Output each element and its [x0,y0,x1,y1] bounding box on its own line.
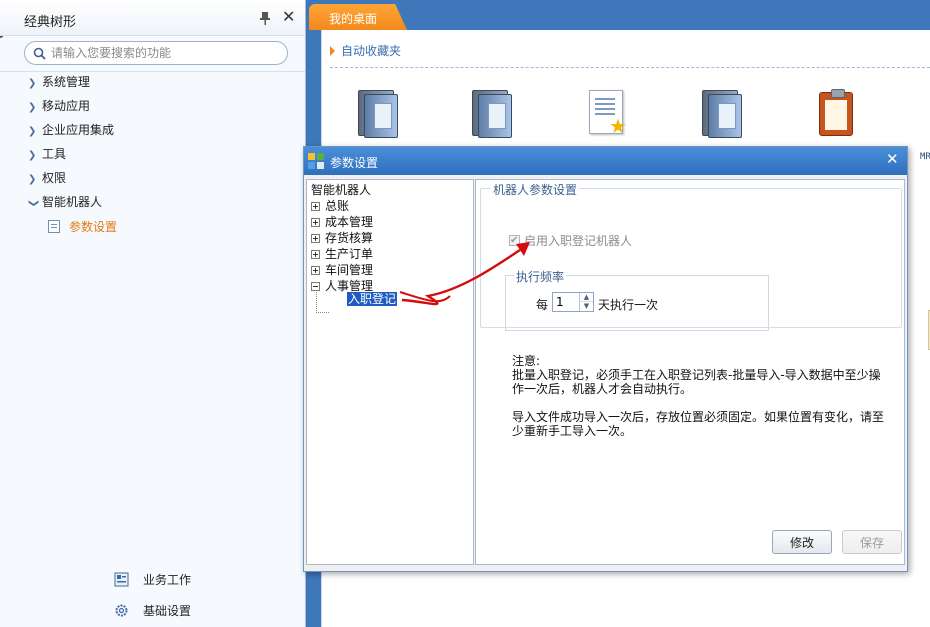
tree-node-onboarding-selected[interactable]: 入职登记 [347,292,398,306]
favorites-header: 自动收藏夹 [330,42,401,59]
chevron-right-icon: ❯ [28,150,37,161]
search-box[interactable] [24,41,288,65]
edit-button[interactable]: 修改 [772,530,832,554]
chevron-right-icon: ❯ [28,78,37,89]
tree-root[interactable]: 智能机器人 [311,182,371,198]
module-tree: 智能机器人 总账 成本管理 存货核算 生产订单 车间管理 人事管理 入职登记 [306,179,474,565]
note-block: 注意: 批量入职登记，必须手工在入职登记列表-批量导入-导入数据中至少操作一次后… [512,354,892,438]
expand-icon[interactable] [311,202,320,211]
favorite-book-icon[interactable] [354,88,402,140]
collapse-icon[interactable] [311,282,320,291]
dialog-title: 参数设置 [330,156,379,170]
nav-item-permissions[interactable]: ❯ 权限 [28,169,66,187]
expand-icon[interactable] [311,218,320,227]
tree-node-production-order[interactable]: 生产订单 [311,246,373,262]
tab-my-desktop[interactable]: 我的桌面 [309,4,407,30]
note-paragraph-1: 批量入职登记，必须手工在入职登记列表-批量导入-导入数据中至少操作一次后，机器人… [512,368,881,396]
favorite-starred-doc-icon[interactable]: ★ [583,88,631,140]
nav-item-system-management[interactable]: ❯ 系统管理 [28,73,90,91]
chevron-right-icon: ❯ [28,102,37,113]
expand-icon[interactable] [311,266,320,275]
tree-node-inventory-accounting[interactable]: 存货核算 [311,230,373,246]
note-paragraph-2: 导入文件成功导入一次后，存放位置必须固定。如果位置有变化，请至少重新手工导入一次… [512,410,885,438]
nav-item-enterprise-integration[interactable]: ❯ 企业应用集成 [28,121,114,139]
app-grid-icon [308,153,324,169]
favorite-label-fragment: MR [920,152,930,162]
close-icon[interactable]: ✕ [282,9,295,25]
nav-item-mobile-apps[interactable]: ❯ 移动应用 [28,97,90,115]
favorite-book-icon[interactable] [468,88,516,140]
tree-node-workshop-management[interactable]: 车间管理 [311,262,373,278]
left-nav-panel: 经典树形 ✕ ❯系统管理 ❯移动应用 ❯企业应用集成 ❯工具 ❯权限 ❯智能机器… [0,0,306,627]
close-icon[interactable]: ✕ [886,152,899,167]
checkbox-icon [509,233,520,249]
chevron-down-icon: ❯ [28,199,39,208]
left-panel-header: 经典树形 ✕ [0,0,305,36]
favorite-clipboard-icon[interactable] [813,88,861,140]
robot-parameter-group: 机器人参数设置 启用入职登记机器人 执行频率 每 ▲ ▼ 天执行一次 [480,181,902,331]
frequency-stepper[interactable]: ▲ ▼ [552,292,594,312]
expand-icon[interactable] [311,234,320,243]
nav-item-smart-robot[interactable]: ❯ 智能机器人 [28,193,102,211]
group-title: 机器人参数设置 [491,181,580,198]
frequency-group: 执行频率 每 ▲ ▼ 天执行一次 [505,268,769,331]
settings-doc-icon [48,220,60,233]
frequency-suffix: 天执行一次 [598,298,659,312]
pin-icon[interactable] [258,11,272,25]
basic-settings-button[interactable]: 基础设置 [114,602,191,620]
tree-node-cost-management[interactable]: 成本管理 [311,214,373,230]
divider [0,71,305,72]
dialog-titlebar[interactable]: 参数设置 ✕ [304,147,907,175]
stepper-down-icon[interactable]: ▼ [579,302,593,311]
parameter-settings-dialog: 参数设置 ✕ 智能机器人 总账 成本管理 存货核算 生产订单 车间管理 人事管理… [303,146,908,572]
frequency-prefix: 每 [536,298,549,312]
enable-onboarding-robot-checkbox[interactable]: 启用入职登记机器人 [509,233,632,249]
gear-icon [115,604,128,617]
search-input[interactable] [51,44,281,62]
triangle-right-icon [330,46,335,56]
stepper-up-icon[interactable]: ▲ [579,293,593,302]
star-icon: ★ [609,114,627,138]
frequency-title: 执行频率 [514,268,567,285]
expand-icon[interactable] [311,250,320,259]
favorite-book-icon[interactable] [698,88,746,140]
frequency-input[interactable] [556,294,578,310]
chevron-right-icon: ❯ [28,126,37,137]
divider [330,67,930,68]
left-panel-title: 经典树形 [24,15,77,30]
tree-node-general-ledger[interactable]: 总账 [311,198,349,214]
nav-item-tools[interactable]: ❯ 工具 [28,145,66,163]
note-title: 注意: [512,354,541,368]
chevron-right-icon: ❯ [28,174,37,185]
search-icon [33,47,46,60]
nav-subitem-parameter-settings[interactable]: 参数设置 [48,218,117,236]
save-button[interactable]: 保存 [842,530,902,554]
parameter-panel: 机器人参数设置 启用入职登记机器人 执行频率 每 ▲ ▼ 天执行一次 注意: 批… [475,179,905,565]
business-work-button[interactable]: 业务工作 [114,571,191,589]
business-work-icon [114,572,129,587]
tree-connector [316,292,329,313]
